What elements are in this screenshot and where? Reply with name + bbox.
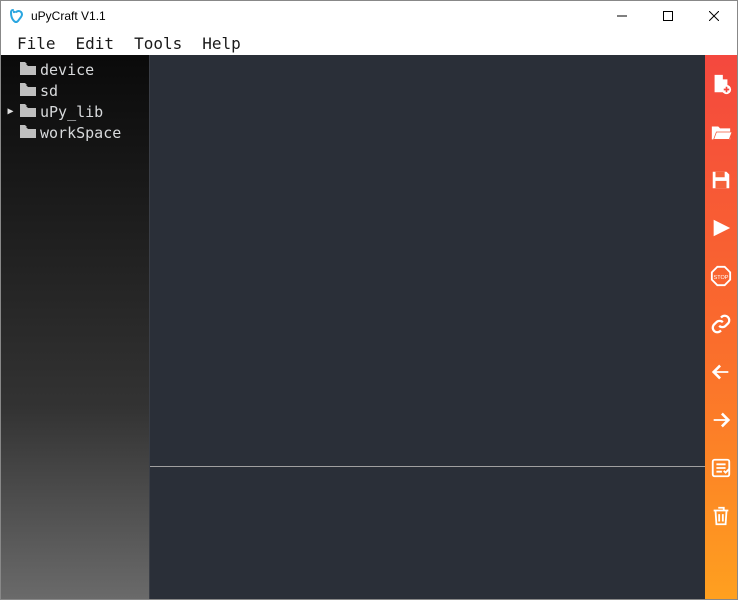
right-toolbar: STOP	[705, 55, 737, 599]
menu-file[interactable]: File	[7, 32, 66, 55]
maximize-button[interactable]	[645, 1, 691, 31]
window-controls	[599, 1, 737, 31]
folder-icon	[20, 103, 36, 121]
open-file-button[interactable]	[708, 119, 734, 145]
stop-icon: STOP	[710, 265, 732, 287]
stop-button[interactable]: STOP	[708, 263, 734, 289]
folder-icon	[20, 61, 36, 79]
new-file-icon	[710, 73, 732, 95]
tree-item-upy-lib[interactable]: ▶ uPy_lib	[1, 101, 149, 122]
undo-icon	[710, 361, 732, 383]
main-area	[149, 55, 705, 599]
trash-icon	[710, 505, 732, 527]
body-area: device sd ▶ uPy_lib w	[1, 55, 737, 599]
tree-label: uPy_lib	[40, 103, 103, 121]
new-file-button[interactable]	[708, 71, 734, 97]
menubar: File Edit Tools Help	[1, 31, 737, 55]
connect-button[interactable]	[708, 311, 734, 337]
expand-arrow-icon: ▶	[5, 106, 16, 117]
application-window: uPyCraft V1.1 File Edit Tools Help	[0, 0, 738, 600]
close-button[interactable]	[691, 1, 737, 31]
titlebar: uPyCraft V1.1	[1, 1, 737, 31]
window-title: uPyCraft V1.1	[31, 9, 106, 23]
link-icon	[710, 313, 732, 335]
run-button[interactable]	[708, 215, 734, 241]
minimize-button[interactable]	[599, 1, 645, 31]
file-tree: device sd ▶ uPy_lib w	[1, 55, 149, 599]
console-pane[interactable]	[150, 467, 705, 599]
folder-icon	[20, 82, 36, 100]
checklist-icon	[710, 457, 732, 479]
menu-help[interactable]: Help	[192, 32, 251, 55]
app-icon	[9, 8, 25, 24]
undo-button[interactable]	[708, 359, 734, 385]
menu-tools[interactable]: Tools	[124, 32, 192, 55]
open-file-icon	[710, 121, 732, 143]
titlebar-left: uPyCraft V1.1	[9, 8, 106, 24]
menu-edit[interactable]: Edit	[66, 32, 125, 55]
tree-label: device	[40, 61, 94, 79]
tree-item-workspace[interactable]: workSpace	[1, 122, 149, 143]
tree-label: sd	[40, 82, 58, 100]
tree-label: workSpace	[40, 124, 121, 142]
run-icon	[710, 217, 732, 239]
svg-text:STOP: STOP	[714, 275, 729, 281]
redo-button[interactable]	[708, 407, 734, 433]
save-button[interactable]	[708, 167, 734, 193]
delete-button[interactable]	[708, 503, 734, 529]
checklist-button[interactable]	[708, 455, 734, 481]
editor-pane[interactable]	[150, 55, 705, 466]
tree-item-device[interactable]: device	[1, 59, 149, 80]
redo-icon	[710, 409, 732, 431]
tree-item-sd[interactable]: sd	[1, 80, 149, 101]
folder-icon	[20, 124, 36, 142]
save-icon	[710, 169, 732, 191]
